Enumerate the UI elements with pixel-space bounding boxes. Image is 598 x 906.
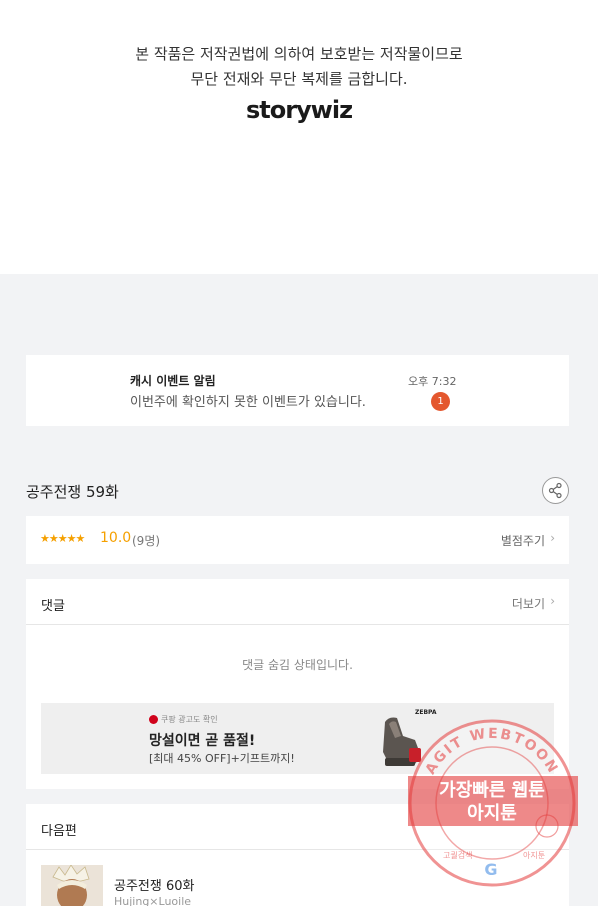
chevron-right-icon: › bbox=[550, 594, 555, 608]
rating-score: 10.0 bbox=[100, 530, 132, 546]
next-episode-header: 다음편 bbox=[41, 824, 77, 839]
give-rating-button[interactable]: 별점주기 bbox=[501, 532, 545, 549]
rating-bar: ★★★★★ 10.0 (9명) 별점주기 › bbox=[26, 516, 569, 564]
divider bbox=[26, 624, 569, 625]
share-icon bbox=[548, 482, 562, 499]
chevron-right-icon: › bbox=[550, 531, 555, 545]
comments-more-button[interactable]: 더보기 bbox=[512, 595, 545, 612]
coupang-ad-banner[interactable]: 쿠팡 광고도 확인 망설이면 곧 품절! [최대 45% OFF]+기프트까지!… bbox=[41, 703, 554, 774]
cash-event-notice[interactable]: 캐시 이벤트 알림 이번주에 확인하지 못한 이벤트가 있습니다. 오후 7:3… bbox=[26, 355, 569, 426]
notice-title: 캐시 이벤트 알림 bbox=[130, 374, 216, 388]
next-episode-section: 다음편 공주전쟁 60화 Hujing×Luoile bbox=[26, 804, 569, 906]
massage-chair-image bbox=[383, 717, 421, 766]
copyright-section: 본 작품은 저작권법에 의하여 보호받는 저작물이므로 무단 전재와 무단 복제… bbox=[0, 0, 598, 274]
next-episode-author: Hujing×Luoile bbox=[114, 895, 192, 906]
notice-body: 이번주에 확인하지 못한 이벤트가 있습니다. bbox=[130, 395, 366, 410]
character-thumbnail-image bbox=[41, 865, 103, 906]
comments-section: 댓글 더보기 › 댓글 숨김 상태입니다. 쿠팡 광고도 확인 망설이면 곧 품… bbox=[26, 579, 569, 789]
comments-header: 댓글 bbox=[41, 599, 65, 614]
next-episode-title[interactable]: 공주전쟁 60화 bbox=[114, 875, 194, 894]
ad-tag: 쿠팡 광고도 확인 bbox=[149, 714, 218, 725]
storywiz-logo: storywiz bbox=[245, 96, 353, 124]
next-episode-thumbnail[interactable] bbox=[41, 865, 103, 906]
comments-hidden-message: 댓글 숨김 상태입니다. bbox=[242, 658, 353, 672]
notice-time: 오후 7:32 bbox=[408, 375, 457, 388]
copyright-line-1: 본 작품은 저작권법에 의하여 보호받는 저작물이므로 bbox=[135, 45, 463, 63]
ad-subline: [최대 45% OFF]+기프트까지! bbox=[149, 752, 295, 765]
notice-count-badge: 1 bbox=[431, 392, 450, 411]
ad-headline: 망설이면 곧 품절! bbox=[149, 733, 256, 749]
episode-title: 공주전쟁 59화 bbox=[26, 483, 119, 501]
coupang-logo-icon bbox=[149, 715, 158, 724]
rating-stars: ★★★★★ bbox=[40, 532, 85, 545]
copyright-line-2: 무단 전재와 무단 복제를 금합니다. bbox=[190, 70, 408, 88]
share-button[interactable] bbox=[542, 477, 569, 504]
divider bbox=[26, 849, 569, 850]
rating-count: (9명) bbox=[132, 534, 161, 548]
